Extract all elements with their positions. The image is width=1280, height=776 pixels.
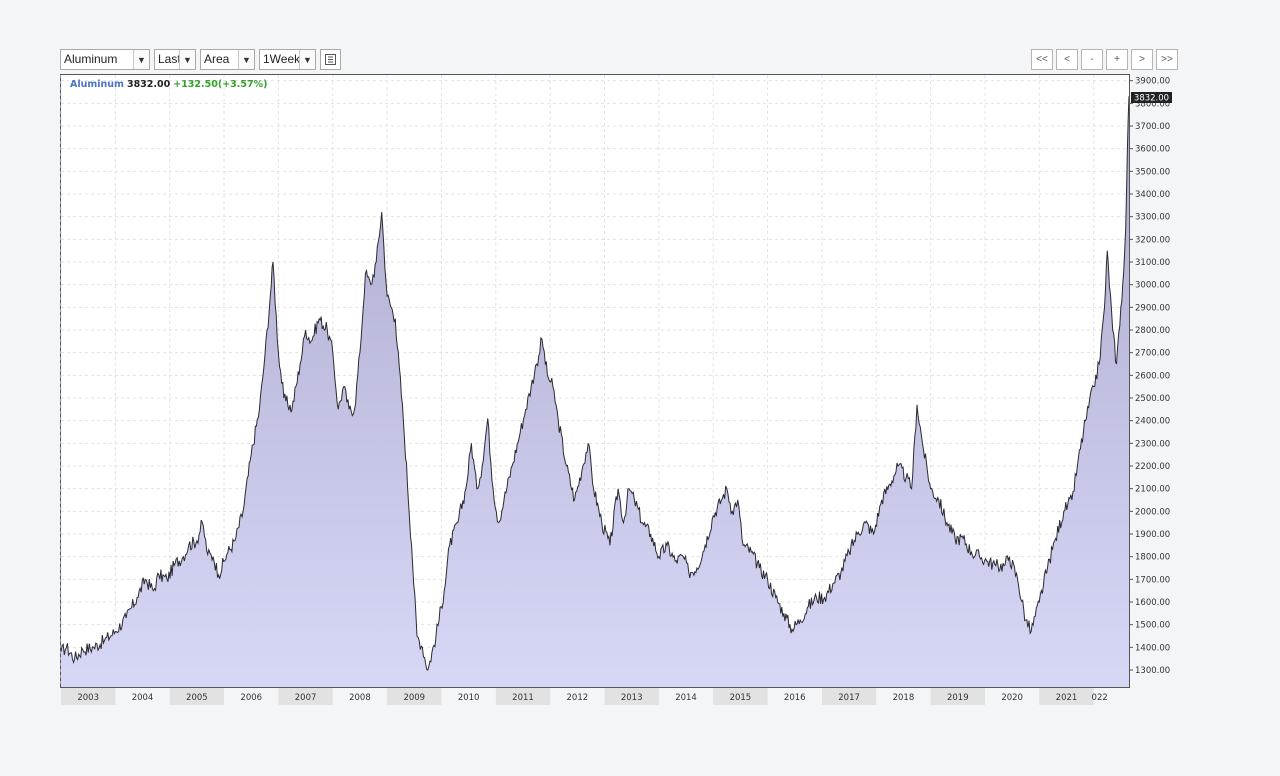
y-tick-label: 1300.00 xyxy=(1135,666,1170,676)
y-tick-label: 3600.00 xyxy=(1135,145,1170,155)
x-tick-label: 2019 xyxy=(947,693,969,703)
x-tick-label: 2009 xyxy=(403,693,425,703)
y-tick-label: 3100.00 xyxy=(1135,258,1170,268)
y-tick-label: 1700.00 xyxy=(1135,575,1170,585)
x-tick-label: 2018 xyxy=(893,693,915,703)
x-tick-label: 2005 xyxy=(186,693,208,703)
x-tick-label: 2010 xyxy=(458,693,480,703)
x-tick-label: 2003 xyxy=(77,693,99,703)
x-tick-label: 2016 xyxy=(784,693,806,703)
last-price-tag: 3832.00 xyxy=(1131,92,1172,104)
legend-symbol: Aluminum xyxy=(70,79,124,90)
last-price-tag-text: 3832.00 xyxy=(1134,94,1169,104)
chart-legend: Aluminum 3832.00 +132.50(+3.57%) xyxy=(70,79,267,90)
y-tick-label: 3000.00 xyxy=(1135,281,1170,291)
y-tick-label: 2900.00 xyxy=(1135,303,1170,313)
x-tick-label: 2014 xyxy=(675,693,697,703)
y-tick-label: 2200.00 xyxy=(1135,462,1170,472)
y-tick-label: 2100.00 xyxy=(1135,485,1170,495)
y-tick-label: 1800.00 xyxy=(1135,553,1170,563)
y-tick-label: 2700.00 xyxy=(1135,349,1170,359)
x-tick-label: 2006 xyxy=(240,693,262,703)
legend-last-price: 3832.00 xyxy=(126,79,171,90)
y-tick-label: 1400.00 xyxy=(1135,643,1170,653)
x-tick-label: 022 xyxy=(1092,693,1108,703)
price-chart[interactable]: 1300.00 1400.00 1500.00 1600.00 1700.00 1800.… xyxy=(0,0,1280,776)
x-tick-label: 2015 xyxy=(730,693,752,703)
legend-change: +132.50(+3.57%) xyxy=(173,79,268,90)
y-tick-label: 2000.00 xyxy=(1135,507,1170,517)
y-tick-label: 2500.00 xyxy=(1135,394,1170,404)
x-tick-label: 2013 xyxy=(621,693,643,703)
x-tick-label: 2017 xyxy=(838,693,860,703)
x-tick-label: 2020 xyxy=(1001,693,1023,703)
x-tick-label: 2007 xyxy=(295,693,317,703)
y-tick-label: 3900.00 xyxy=(1135,77,1170,87)
x-tick-label: 2011 xyxy=(512,693,534,703)
y-axis: 1300.00 1400.00 1500.00 1600.00 1700.00 1800.… xyxy=(1129,77,1170,676)
y-tick-label: 2400.00 xyxy=(1135,417,1170,427)
x-tick-label: 2004 xyxy=(132,693,154,703)
y-tick-label: 1900.00 xyxy=(1135,530,1170,540)
y-tick-label: 2600.00 xyxy=(1135,371,1170,381)
y-tick-label: 2800.00 xyxy=(1135,326,1170,336)
y-tick-label: 2300.00 xyxy=(1135,439,1170,449)
y-tick-label: 3300.00 xyxy=(1135,213,1170,223)
x-axis: 2003 2004 2005 2006 2007 2008 2009 2010 2011 2012… xyxy=(61,688,1108,705)
x-tick-label: 2021 xyxy=(1056,693,1078,703)
x-tick-label: 2012 xyxy=(567,693,589,703)
y-tick-label: 1500.00 xyxy=(1135,621,1170,631)
y-tick-label: 1600.00 xyxy=(1135,598,1170,608)
y-tick-label: 3700.00 xyxy=(1135,122,1170,132)
y-tick-label: 3500.00 xyxy=(1135,167,1170,177)
y-tick-label: 3400.00 xyxy=(1135,190,1170,200)
x-tick-label: 2008 xyxy=(349,693,371,703)
y-tick-label: 3200.00 xyxy=(1135,235,1170,245)
